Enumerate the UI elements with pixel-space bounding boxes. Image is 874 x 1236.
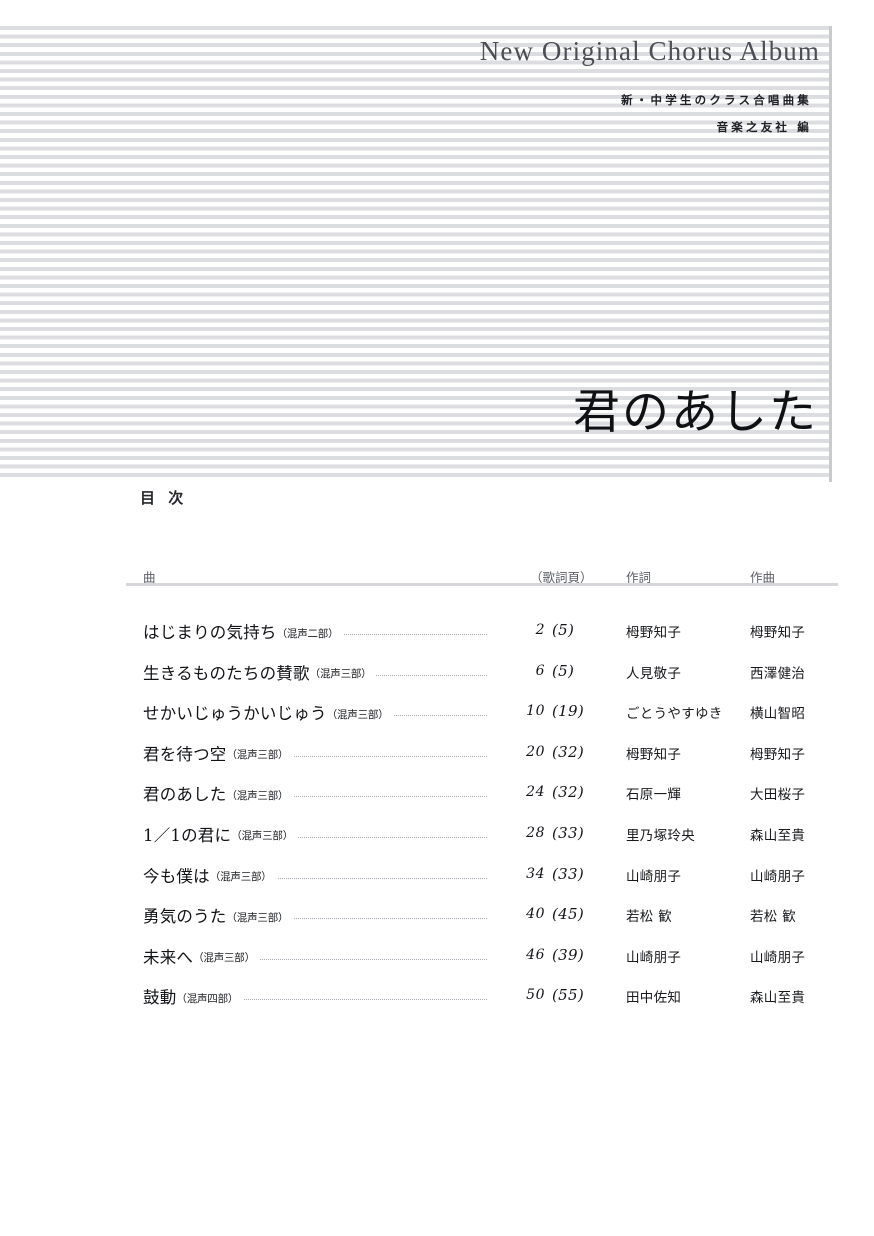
song-title-text: 君のあした — [143, 785, 227, 805]
song-voicing: （混声三部） — [326, 708, 389, 721]
song-title-text: はじまりの気持ち — [143, 623, 277, 642]
score-page-number: 6 — [487, 662, 545, 679]
main-title-japanese: 君のあした — [573, 385, 818, 440]
lyricist-name: 若松 歓 — [626, 909, 672, 926]
toc-entry-list: はじまりの気持ち（混声二部） 2 (5) 栂野知子 栂野知子 生きるものたちの賛歌（混声三… — [0, 613, 874, 1019]
song-title-text: 鼓動 — [143, 988, 177, 1008]
composer-name: 西澤健治 — [750, 665, 806, 682]
toc-entry-row[interactable]: 鼓動（混声四部） 50 (55) 田中佐知 森山至貴 — [0, 978, 874, 1019]
score-page-number: 10 — [487, 703, 545, 720]
table-of-contents-heading: 目 次 — [140, 489, 188, 507]
lyric-page-number: (33) — [552, 864, 584, 883]
score-page-number: 28 — [487, 824, 545, 841]
publisher-credit: 音楽之友社 編 — [716, 120, 812, 134]
song-title: せかいじゅうかいじゅう（混声三部） — [143, 700, 394, 725]
lyricist-name: 里乃塚玲央 — [626, 827, 695, 844]
song-title: 君を待つ空（混声三部） — [143, 740, 294, 765]
toc-entry-row[interactable]: 勇気のうた（混声三部） 40 (45) 若松 歓 若松 歓 — [0, 897, 874, 938]
lyric-page-number: (5) — [552, 621, 575, 639]
song-title: 今も僕は（混声三部） — [143, 862, 277, 887]
song-voicing: （混声三部） — [226, 911, 289, 924]
song-title-text: 君を待つ空 — [143, 744, 227, 764]
toc-entry-row[interactable]: 1／1の君に（混声三部） 28 (33) 里乃塚玲央 森山至貴 — [0, 816, 874, 857]
composer-name: 若松 歓 — [750, 909, 796, 926]
lyric-page-number: (39) — [552, 945, 584, 964]
lyricist-name: ごとうやすゆき — [626, 706, 723, 723]
lyric-page-number: (19) — [552, 702, 584, 721]
song-title-text: 今も僕は — [143, 866, 210, 886]
lyric-page-number: (5) — [552, 661, 575, 680]
lyricist-name: 石原一輝 — [626, 787, 682, 804]
toc-entry-row[interactable]: 君を待つ空（混声三部） 20 (32) 栂野知子 栂野知子 — [0, 735, 874, 776]
song-voicing: （混声三部） — [309, 668, 372, 681]
composer-name: 山崎朋子 — [750, 868, 806, 885]
song-voicing: （混声三部） — [209, 871, 272, 884]
score-page-number: 50 — [487, 987, 545, 1004]
toc-entry-row[interactable]: はじまりの気持ち（混声二部） 2 (5) 栂野知子 栂野知子 — [0, 613, 874, 654]
score-page-number: 46 — [487, 946, 545, 963]
toc-entry-row[interactable]: せかいじゅうかいじゅう（混声三部） 10 (19) ごとうやすゆき 横山智昭 — [0, 694, 874, 735]
series-subtitle: 新・中学生のクラス合唱曲集 — [621, 93, 812, 107]
lyricist-name: 人見敬子 — [626, 665, 682, 682]
song-title: はじまりの気持ち（混声二部） — [143, 619, 344, 643]
song-voicing: （混声四部） — [176, 992, 239, 1005]
song-title-text: 1／1の君に — [143, 825, 232, 845]
song-voicing: （混声三部） — [226, 789, 289, 802]
lyricist-name: 栂野知子 — [626, 625, 682, 641]
song-title-text: 生きるものたちの賛歌 — [143, 663, 310, 683]
toc-entry-row[interactable]: 今も僕は（混声三部） 34 (33) 山崎朋子 山崎朋子 — [0, 857, 874, 898]
lyricist-name: 山崎朋子 — [626, 868, 682, 885]
song-title-text: せかいじゅうかいじゅう — [143, 704, 327, 724]
score-page-number: 2 — [487, 622, 545, 638]
lyric-page-number: (33) — [552, 823, 584, 842]
composer-name: 栂野知子 — [750, 625, 806, 641]
song-voicing: （混声三部） — [193, 952, 255, 965]
toc-entry-row[interactable]: 君のあした（混声三部） 24 (32) 石原一輝 大田桜子 — [0, 775, 874, 816]
song-voicing: （混声三部） — [226, 749, 289, 762]
song-title: 1／1の君に（混声三部） — [143, 821, 299, 846]
album-title-english: New Original Chorus Album — [479, 36, 820, 66]
lyricist-name: 山崎朋子 — [626, 949, 682, 966]
lyricist-name: 田中佐知 — [626, 990, 682, 1007]
song-title-text: 未来へ — [143, 947, 194, 967]
composer-name: 大田桜子 — [750, 787, 806, 804]
lyric-page-number: (32) — [552, 742, 584, 761]
composer-name: 山崎朋子 — [750, 949, 806, 966]
toc-divider-rule — [126, 583, 838, 586]
song-voicing: （混声三部） — [231, 830, 294, 843]
song-title-text: 勇気のうた — [143, 907, 227, 927]
toc-entry-row[interactable]: 生きるものたちの賛歌（混声三部） 6 (5) 人見敬子 西澤健治 — [0, 654, 874, 695]
song-title: 君のあした（混声三部） — [143, 781, 294, 806]
staff-stripe-right-edge — [829, 26, 832, 482]
composer-name: 横山智昭 — [750, 706, 806, 723]
score-page-number: 24 — [487, 784, 545, 801]
score-page-number: 40 — [487, 906, 545, 923]
composer-name: 森山至貴 — [750, 990, 806, 1007]
lyric-page-number: (32) — [552, 783, 584, 802]
composer-name: 森山至貴 — [750, 827, 806, 844]
composer-name: 栂野知子 — [750, 746, 806, 763]
score-page-number: 34 — [487, 865, 545, 882]
score-page-number: 20 — [487, 743, 545, 760]
lyricist-name: 栂野知子 — [626, 746, 682, 763]
cover-page: New Original Chorus Album 新・中学生のクラス合唱曲集 … — [0, 0, 874, 1236]
toc-entry-row[interactable]: 未来へ（混声三部） 46 (39) 山崎朋子 山崎朋子 — [0, 938, 874, 979]
lyric-page-number: (55) — [552, 986, 584, 1005]
song-voicing: （混声二部） — [276, 627, 339, 640]
lyric-page-number: (45) — [552, 905, 584, 924]
song-title: 未来へ（混声三部） — [143, 943, 260, 968]
song-title: 生きるものたちの賛歌（混声三部） — [143, 659, 377, 684]
song-title: 勇気のうた（混声三部） — [143, 903, 294, 928]
song-title: 鼓動（混声四部） — [143, 984, 244, 1009]
